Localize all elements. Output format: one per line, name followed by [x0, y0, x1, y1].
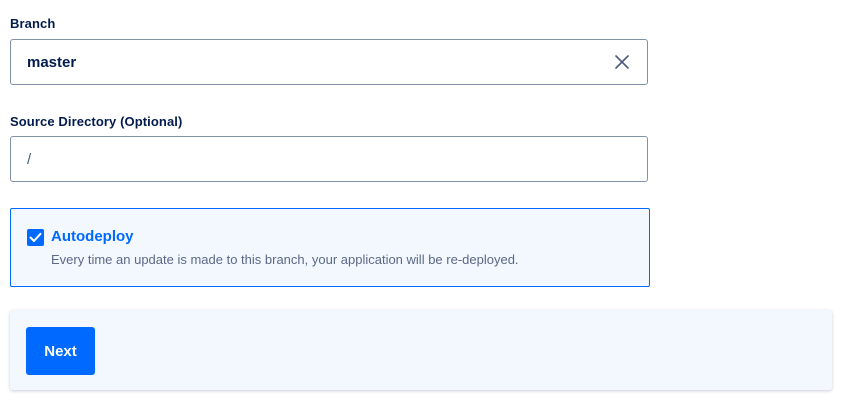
autodeploy-description: Every time an update is made to this bra… [51, 252, 519, 267]
branch-input-wrapper[interactable] [10, 39, 648, 85]
source-directory-label: Source Directory (Optional) [10, 114, 183, 129]
checkmark-icon [29, 232, 42, 242]
branch-input[interactable] [11, 40, 611, 84]
branch-label: Branch [10, 16, 56, 31]
clear-branch-button[interactable] [611, 51, 633, 73]
source-directory-input-wrapper[interactable] [10, 136, 648, 182]
close-icon [615, 55, 629, 69]
deploy-source-form: Branch Source Directory (Optional) Autod… [0, 0, 847, 414]
autodeploy-checkbox[interactable] [27, 229, 44, 246]
source-directory-input[interactable] [11, 137, 647, 181]
form-footer: Next [10, 310, 832, 390]
autodeploy-option[interactable]: Autodeploy Every time an update is made … [10, 208, 650, 287]
autodeploy-title[interactable]: Autodeploy [51, 228, 134, 245]
next-button[interactable]: Next [26, 327, 95, 375]
